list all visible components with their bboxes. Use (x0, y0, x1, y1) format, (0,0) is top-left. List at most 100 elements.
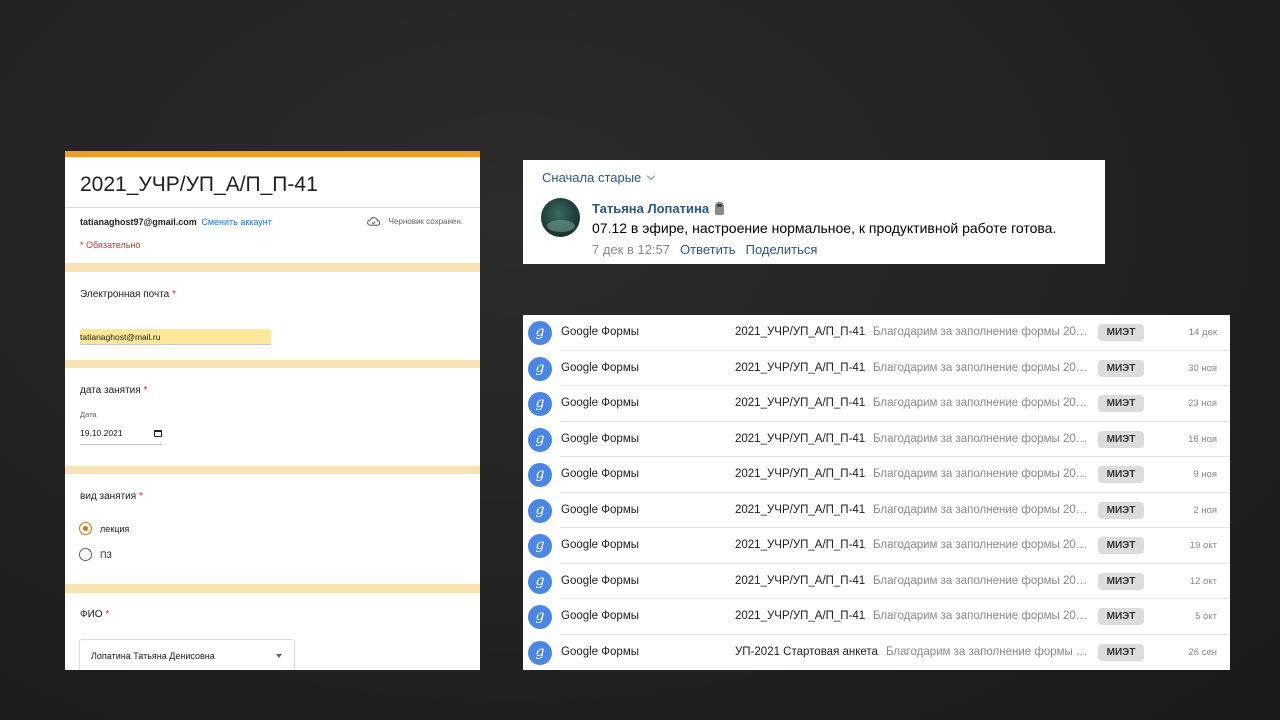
mail-label-badge[interactable]: МИЭТ (1098, 643, 1144, 661)
mail-label-badge[interactable]: МИЭТ (1098, 395, 1144, 412)
google-forms-avatar-icon: g (528, 605, 552, 629)
share-link[interactable]: Поделиться (746, 242, 818, 257)
question-email-card: Электронная почта * tatianaghost@mail.ru (65, 272, 480, 360)
vk-comment-panel: Сначала старые Татьяна Лопатина 07.12 в … (523, 160, 1105, 264)
mail-sender: Google Формы (561, 539, 639, 551)
comment-meta: 7 дек в 12:57 Ответить Поделиться (592, 242, 817, 257)
switch-account-link[interactable]: Сменить аккаунт (201, 217, 272, 227)
mail-sender: Google Формы (561, 574, 639, 587)
comment-timestamp[interactable]: 7 дек в 12:57 (592, 242, 670, 257)
google-forms-avatar-icon: g (528, 463, 552, 487)
mail-label-badge[interactable]: МИЭТ (1098, 466, 1144, 483)
google-forms-avatar-icon: g (528, 356, 552, 381)
mail-subject: 2021_УЧР/УП_А/П_П-41 (735, 503, 866, 516)
draft-status: Черновик сохранен. (366, 217, 463, 226)
mail-snippet: Благодарим за заполнение формы 2021_УЧР/… (873, 326, 1093, 338)
mail-label-badge[interactable]: МИЭТ (1098, 359, 1144, 377)
dropdown-arrow-icon (276, 654, 282, 658)
draft-status-text: Черновик сохранен. (388, 217, 463, 226)
mail-label-badge[interactable]: МИЭТ (1098, 324, 1144, 341)
mail-date: 16 ноя (1188, 433, 1217, 445)
mail-row[interactable]: g Google Формы 2021_УЧР/УП_А/П_П-41 Благода… (523, 599, 1230, 635)
radio-option-lecture[interactable]: лекция (79, 522, 129, 535)
mail-label-badge[interactable]: МИЭТ (1098, 608, 1144, 625)
mail-row[interactable]: g Google Формы 2021_УЧР/УП_А/П_П-41 Благода… (523, 386, 1230, 422)
google-forms-avatar-icon: g (528, 321, 552, 345)
mail-subject: 2021_УЧР/УП_А/П_П-41 (735, 468, 866, 480)
mail-date: 30 ноя (1188, 362, 1217, 374)
comment-author-name[interactable]: Татьяна Лопатина (592, 201, 709, 216)
comment-text: 07.12 в эфире, настроение нормальное, к … (592, 220, 1057, 236)
mail-row[interactable]: g Google Формы 2021_УЧР/УП_А/П_П-41 Благода… (523, 528, 1230, 564)
cloud-saved-icon (366, 217, 380, 226)
mail-sender: Google Формы (561, 326, 639, 338)
mail-subject: 2021_УЧР/УП_А/П_П-41 (735, 539, 866, 551)
mail-subject: 2021_УЧР/УП_А/П_П-41 (735, 326, 866, 338)
mail-label-badge[interactable]: МИЭТ (1098, 537, 1144, 554)
mail-date: 19 окт (1189, 540, 1217, 551)
form-header-card: 2021_УЧР/УП_А/П_П-41 tatianaghost97@gmai… (65, 157, 480, 263)
mail-snippet: Благодарим за заполнение формы УП-2021 С… (886, 645, 1093, 658)
comment-author[interactable]: Татьяна Лопатина (592, 201, 725, 216)
mail-snippet: Благодарим за заполнение формы 2021_УЧР/… (873, 503, 1093, 516)
account-email: tatianaghost97@gmail.com (80, 217, 197, 227)
fio-dropdown[interactable]: Лопатина Татьяна Денисовна (79, 639, 295, 670)
mail-row[interactable]: g Google Формы 2021_УЧР/УП_А/П_П-41 Благода… (523, 457, 1230, 493)
mail-snippet: Благодарим за заполнение формы 2021_УЧР/… (873, 432, 1093, 445)
google-forms-avatar-icon: g (528, 640, 552, 665)
mail-date: 9 ноя (1193, 469, 1217, 480)
divider (65, 207, 480, 208)
mail-label-badge[interactable]: МИЭТ (1098, 501, 1144, 519)
google-forms-avatar-icon: g (528, 498, 552, 523)
mail-row[interactable]: g Google Формы 2021_УЧР/УП_А/П_П-41 Благода… (523, 564, 1230, 599)
mail-subject: 2021_УЧР/УП_А/П_П-41 (735, 610, 866, 622)
mail-row[interactable]: g Google Формы 2021_УЧР/УП_А/П_П-41 Благода… (523, 422, 1230, 457)
date-sub-label: Дата (80, 410, 97, 419)
question-kind-text: вид занятия (80, 491, 137, 502)
mail-subject: 2021_УЧР/УП_А/П_П-41 (735, 361, 866, 374)
mail-snippet: Благодарим за заполнение формы 2021_УЧР/… (873, 610, 1093, 622)
radio-option-pz[interactable]: ПЗ (79, 548, 112, 561)
avatar[interactable] (541, 198, 580, 237)
mail-snippet: Благодарим за заполнение формы 2021_УЧР/… (873, 468, 1093, 480)
email-field[interactable]: tatianaghost@mail.ru (80, 329, 271, 345)
calendar-icon[interactable] (154, 430, 162, 437)
mail-row[interactable]: g Google Формы 2021_УЧР/УП_А/П_П-41 Благода… (523, 351, 1230, 386)
question-kind-card: вид занятия * лекция ПЗ (65, 474, 480, 584)
mail-date: 12 окт (1189, 575, 1217, 587)
reply-link[interactable]: Ответить (680, 242, 736, 257)
mail-date: 26 сен (1188, 646, 1218, 658)
mail-date: 14 дек (1188, 327, 1217, 338)
mail-label-badge[interactable]: МИЭТ (1098, 430, 1144, 448)
mail-snippet: Благодарим за заполнение формы 2021_УЧР/… (873, 574, 1093, 587)
account-info: tatianaghost97@gmail.com Сменить аккаунт (80, 217, 272, 227)
mail-sender: Google Формы (561, 468, 639, 480)
chevron-down-icon (647, 171, 656, 180)
mail-date: 5 окт (1195, 611, 1217, 622)
mail-label-badge[interactable]: МИЭТ (1098, 572, 1144, 590)
mail-sender: Google Формы (561, 503, 639, 516)
required-star: * (172, 289, 176, 300)
radio-unchecked-icon[interactable] (79, 548, 92, 561)
question-email-text: Электронная почта (80, 289, 170, 300)
sort-order-label: Сначала старые (542, 170, 642, 185)
required-note: * Обязательно (80, 240, 141, 250)
radio-option-label: лекция (100, 523, 130, 534)
sort-order-button[interactable]: Сначала старые (542, 170, 656, 185)
question-kind-label: вид занятия * (80, 491, 143, 502)
question-fio-card: ФИО * Лопатина Татьяна Денисовна (65, 593, 480, 670)
google-form-panel: 2021_УЧР/УП_А/П_П-41 tatianaghost97@gmai… (65, 151, 480, 670)
mail-date: 2 ноя (1193, 504, 1217, 516)
date-field[interactable]: 19.10.2021 (80, 428, 162, 445)
mail-row[interactable]: g Google Формы УП-2021 Стартовая анкета Бла… (523, 635, 1230, 671)
mail-row[interactable]: g Google Формы 2021_УЧР/УП_А/П_П-41 Благода… (523, 315, 1230, 351)
moai-emoji-icon (715, 202, 725, 215)
mail-subject: 2021_УЧР/УП_А/П_П-41 (735, 432, 866, 445)
question-email-label: Электронная почта * (80, 289, 176, 300)
required-star: * (105, 609, 110, 620)
mail-row[interactable]: g Google Формы 2021_УЧР/УП_А/П_П-41 Благода… (523, 493, 1230, 528)
date-field-value: 19.10.2021 (80, 428, 123, 438)
radio-checked-icon[interactable] (79, 522, 92, 535)
google-forms-avatar-icon: g (528, 392, 552, 416)
mail-date: 23 ноя (1188, 398, 1217, 409)
